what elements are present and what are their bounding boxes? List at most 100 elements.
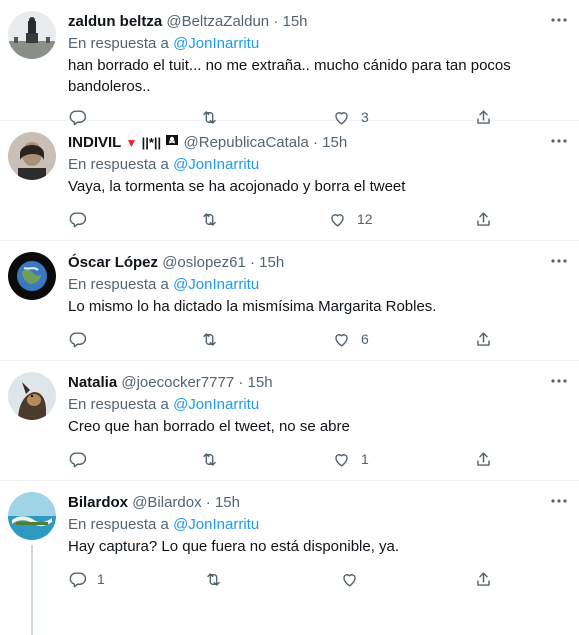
more-icon[interactable]: [549, 251, 569, 271]
heart-icon: [335, 333, 348, 347]
tweet-text-line: Vaya, la tormenta se ha acojonado y borr…: [68, 178, 406, 195]
like-count: 6: [361, 331, 369, 347]
retweet-button[interactable]: [200, 208, 229, 230]
replying-to: En respuesta a @JonInarritu: [68, 155, 259, 175]
handle[interactable]: @RepublicaCatala: [184, 134, 309, 151]
tweet-text: Lo mismo lo ha dictado la mismísima Marg…: [68, 296, 548, 317]
timestamp[interactable]: · 15h: [250, 254, 284, 271]
heart-icon: [343, 573, 356, 587]
share-button[interactable]: [474, 448, 493, 470]
avatar[interactable]: [8, 132, 56, 180]
like-button[interactable]: 6: [332, 328, 369, 350]
share-icon: [477, 571, 490, 586]
handle[interactable]: @BeltzaZaldun: [166, 13, 269, 30]
tweet-text-line: Lo mismo lo ha dictado la mismísima Marg…: [68, 298, 437, 315]
like-button[interactable]: 1: [332, 448, 369, 470]
more-icon[interactable]: [549, 131, 569, 151]
like-button[interactable]: [340, 568, 369, 590]
share-button[interactable]: [474, 328, 493, 350]
tweet-text-line: han borrado el tuit... no me extraña.. m…: [68, 57, 511, 74]
mention-link[interactable]: @JonInarritu: [173, 156, 259, 173]
display-name[interactable]: Óscar López: [68, 254, 158, 271]
share-icon: [477, 211, 490, 226]
replying-to: En respuesta a @JonInarritu: [68, 34, 259, 54]
tweet-text: Creo que han borrado el tweet, no se abr…: [68, 416, 548, 437]
share-button[interactable]: [474, 208, 493, 230]
reply-button[interactable]: [68, 448, 97, 470]
timestamp[interactable]: · 15h: [313, 134, 347, 151]
display-name[interactable]: Bilardox: [68, 494, 128, 511]
avatar[interactable]: [8, 492, 56, 540]
like-button[interactable]: 12: [328, 208, 373, 230]
timestamp[interactable]: · 15h: [238, 374, 272, 391]
mention-link[interactable]: @JonInarritu: [173, 35, 259, 52]
reply-icon: [69, 331, 87, 347]
tweet[interactable]: zaldun beltza @BeltzaZaldun · 15h En res…: [0, 0, 579, 125]
action-bar: 12: [68, 208, 579, 230]
tweet-header: INDIVIL ▼ ||*|| @RepublicaCatala · 15h: [68, 133, 347, 153]
timestamp[interactable]: · 15h: [206, 494, 240, 511]
tweet-text-line: Creo que han borrado el tweet, no se abr…: [68, 418, 350, 435]
heart-icon: [335, 453, 348, 467]
handle[interactable]: @joecocker7777: [121, 374, 234, 391]
red-triangle-icon: ▼: [125, 136, 138, 150]
tweet-text-line: bandoleros..: [68, 78, 151, 95]
retweet-button[interactable]: [200, 328, 229, 350]
action-bar: 1: [68, 568, 579, 590]
replying-to-label: En respuesta a: [68, 516, 169, 533]
action-bar: 6: [68, 328, 579, 350]
replying-to-label: En respuesta a: [68, 396, 169, 413]
reply-button[interactable]: [68, 328, 97, 350]
display-name[interactable]: INDIVIL: [68, 134, 121, 151]
tweet-text: Vaya, la tormenta se ha acojonado y borr…: [68, 176, 548, 197]
tweet[interactable]: Natalia @joecocker7777 · 15h En respuest…: [0, 361, 579, 481]
thread-line: [31, 545, 33, 635]
display-name-suffix: ||*||: [141, 135, 162, 150]
reply-icon: [69, 571, 87, 587]
pirate-flag-icon: [165, 134, 179, 151]
avatar[interactable]: [8, 372, 56, 420]
like-count: 12: [357, 211, 373, 227]
handle[interactable]: @Bilardox: [132, 494, 201, 511]
avatar[interactable]: [8, 252, 56, 300]
retweet-button[interactable]: [204, 568, 233, 590]
retweet-icon: [207, 572, 220, 586]
tweet-header: Óscar López @oslopez61 · 15h: [68, 253, 284, 273]
retweet-icon: [203, 332, 216, 346]
avatar[interactable]: [8, 11, 56, 59]
retweet-button[interactable]: [200, 448, 229, 470]
retweet-icon: [203, 452, 216, 466]
tweet-text-line: Hay captura? Lo que fuera no está dispon…: [68, 538, 400, 555]
mention-link[interactable]: @JonInarritu: [173, 516, 259, 533]
reply-button[interactable]: 1: [68, 568, 105, 590]
mention-link[interactable]: @JonInarritu: [173, 396, 259, 413]
share-icon: [477, 451, 490, 466]
like-count: 1: [361, 451, 369, 467]
handle[interactable]: @oslopez61: [162, 254, 246, 271]
mention-link[interactable]: @JonInarritu: [173, 276, 259, 293]
tweet[interactable]: Óscar López @oslopez61 · 15h En respuest…: [0, 241, 579, 361]
more-icon[interactable]: [549, 491, 569, 511]
tweet-header: zaldun beltza @BeltzaZaldun · 15h: [68, 12, 308, 32]
reply-icon: [69, 451, 87, 467]
heart-icon: [331, 213, 344, 227]
reply-icon: [69, 211, 87, 227]
reply-count: 1: [97, 571, 105, 587]
more-icon[interactable]: [549, 10, 569, 30]
tweet[interactable]: Bilardox @Bilardox · 15h En respuesta a …: [0, 481, 579, 635]
tweet[interactable]: INDIVIL ▼ ||*|| @RepublicaCatala · 15h E…: [0, 121, 579, 241]
retweet-icon: [203, 212, 216, 226]
reply-button[interactable]: [68, 208, 97, 230]
tweet-header: Bilardox @Bilardox · 15h: [68, 493, 240, 513]
tweet-text: han borrado el tuit... no me extraña.. m…: [68, 55, 548, 97]
replying-to: En respuesta a @JonInarritu: [68, 275, 259, 295]
share-icon: [477, 331, 490, 346]
replying-to: En respuesta a @JonInarritu: [68, 395, 259, 415]
timestamp[interactable]: · 15h: [273, 13, 307, 30]
share-button[interactable]: [474, 568, 493, 590]
more-icon[interactable]: [549, 371, 569, 391]
replying-to-label: En respuesta a: [68, 156, 169, 173]
replying-to: En respuesta a @JonInarritu: [68, 515, 259, 535]
display-name[interactable]: zaldun beltza: [68, 13, 162, 30]
display-name[interactable]: Natalia: [68, 374, 117, 391]
